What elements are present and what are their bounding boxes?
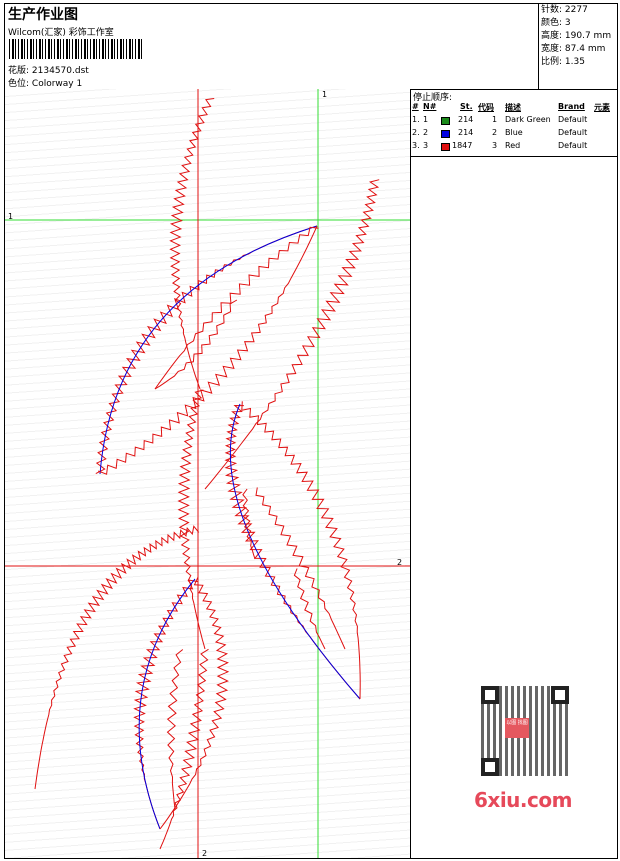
colorway: 色位: Colorway 1 [8, 76, 82, 89]
satin-stitch [177, 389, 206, 650]
satin-stitch [166, 649, 184, 810]
table-row: 3. 3 1847 3 Red Default [412, 141, 588, 151]
green-h-label: 1 [8, 212, 13, 221]
red-v-label: 2 [202, 849, 207, 858]
header: 生产作业图 Wilcom(汇家) 彩饰工作室 花版: 2134570.dst 色… [5, 4, 617, 90]
satin-stitch [133, 579, 199, 830]
site-watermark: 6xiu.com [474, 788, 572, 812]
qr-eye-icon [481, 686, 499, 704]
satin-stitch [169, 98, 215, 390]
stop-sequence-table: # N# St. 代码 描述 Brand 元素 1. 1 214 1 Dark … [410, 102, 617, 154]
color-swatch [441, 117, 450, 125]
qr-eye-icon [481, 758, 499, 776]
design-file-value: 2134570.dst [31, 66, 89, 76]
table-row: 2. 2 214 2 Blue Default [412, 128, 588, 138]
qr-center-logo: 以图 找图 [505, 718, 529, 738]
design-stats: 针数: 2277 颜色: 3 高度: 190.7 mm 宽度: 87.4 mm … [541, 4, 611, 69]
page-title: 生产作业图 [8, 7, 78, 23]
green-v-label: 1 [322, 90, 327, 99]
qr-eye-icon [551, 686, 569, 704]
red-h-label: 2 [397, 558, 402, 567]
design-file-label: 花版: [8, 66, 30, 76]
satin-stitch [224, 404, 361, 700]
stitch-paths [34, 98, 380, 850]
stat-colors: 颜色: 3 [541, 18, 571, 28]
color-swatch [441, 130, 450, 138]
stat-scale: 比例: 1.35 [541, 57, 585, 67]
running-stitch [138, 578, 196, 830]
qr-watermark: 以图 找图 [467, 680, 581, 780]
colorway-value: Colorway 1 [31, 79, 83, 89]
barcode [9, 39, 144, 59]
company-name: Wilcom(汇家) 彩饰工作室 [8, 28, 114, 38]
color-swatch [441, 143, 450, 151]
table-divider [410, 156, 617, 157]
stat-stitches: 针数: 2277 [541, 5, 588, 15]
stat-width: 宽度: 87.4 mm [541, 44, 606, 54]
header-info: 生产作业图 Wilcom(汇家) 彩饰工作室 花版: 2134570.dst 色… [5, 4, 539, 89]
stat-height: 高度: 190.7 mm [541, 31, 612, 41]
running-stitch [229, 403, 361, 700]
table-header: # N# St. 代码 描述 Brand 元素 [412, 102, 610, 112]
satin-stitch [95, 225, 318, 475]
satin-stitch [241, 401, 361, 700]
colorway-label: 色位: [8, 79, 30, 89]
table-row: 1. 1 214 1 Dark Green Default [412, 115, 588, 125]
embroidery-drawing: 1 1 2 2 [5, 89, 410, 858]
satin-stitch [98, 225, 318, 475]
design-file: 花版: 2134570.dst [8, 63, 89, 76]
design-preview: 1 1 2 2 [5, 89, 411, 858]
